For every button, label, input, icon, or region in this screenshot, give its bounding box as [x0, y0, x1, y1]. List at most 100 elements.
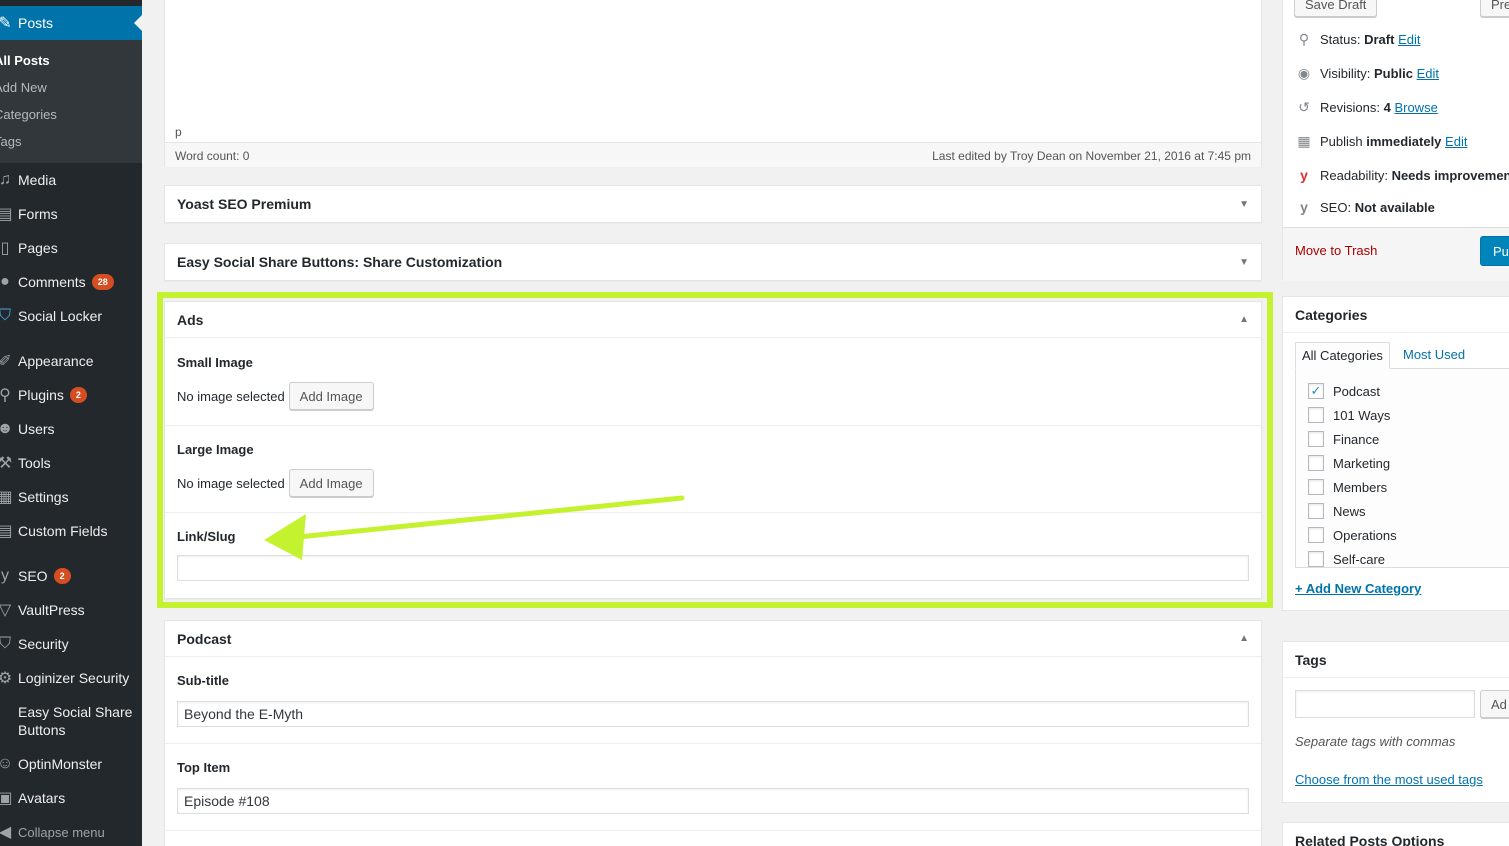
menu-users[interactable]: ☻ Users: [0, 412, 142, 446]
menu-label: Pages: [18, 240, 58, 256]
menu-easy-social-share[interactable]: Easy Social Share Buttons: [0, 703, 142, 747]
collapse-menu-button[interactable]: ◀ Collapse menu: [0, 815, 142, 846]
category-item[interactable]: Marketing: [1308, 455, 1390, 471]
users-icon: ☻: [0, 420, 14, 437]
top-item-input[interactable]: Episode #108: [177, 788, 1249, 814]
tag-input[interactable]: [1295, 690, 1475, 718]
subtitle-label: Sub-title: [177, 673, 229, 688]
menu-optinmonster[interactable]: ☺ OptinMonster: [0, 747, 142, 781]
visibility-value: Public: [1373, 66, 1413, 81]
essb-box[interactable]: Easy Social Share Buttons: Share Customi…: [164, 243, 1262, 281]
browse-revisions-link[interactable]: Browse: [1394, 100, 1437, 115]
category-label: Marketing: [1333, 455, 1391, 471]
seo-icon: y: [1, 567, 9, 584]
move-to-trash-link[interactable]: Move to Trash: [1295, 243, 1377, 258]
category-item[interactable]: 101 Ways: [1308, 407, 1390, 423]
box-title: Easy Social Share Buttons: Share Customi…: [177, 254, 503, 270]
comments-count-badge: 28: [91, 274, 114, 290]
title-divider: [1283, 332, 1509, 333]
menu-settings[interactable]: ▦ Settings: [0, 480, 142, 514]
revisions-row: ↺ Revisions: 4 Browse: [1295, 99, 1438, 116]
menu-comments[interactable]: ● Comments 28: [0, 265, 142, 299]
menu-label: OptinMonster: [18, 756, 103, 772]
category-item[interactable]: Finance: [1308, 431, 1379, 447]
toggle-up-icon[interactable]: ▲: [1239, 633, 1249, 644]
category-checkbox[interactable]: ✓: [1308, 383, 1324, 399]
top-item-label: Top Item: [177, 760, 231, 775]
preview-button[interactable]: Pre: [1480, 0, 1509, 17]
add-new-category-link[interactable]: + Add New Category: [1295, 581, 1421, 596]
menu-media[interactable]: ♫ Media: [0, 163, 142, 197]
box-title: Related Posts Options: [1295, 833, 1445, 846]
seo-row: y SEO: Not available: [1295, 199, 1435, 215]
submenu-add-new[interactable]: Add New: [0, 80, 47, 95]
publish-actions: Move to Trash Pu: [1283, 227, 1509, 281]
menu-plugins[interactable]: ⚲ Plugins 2: [0, 378, 142, 412]
menu-pages[interactable]: ▯ Pages: [0, 231, 142, 265]
category-checkbox[interactable]: [1308, 503, 1324, 519]
vaultpress-icon: ▽: [0, 602, 12, 619]
avatars-icon: ▣: [0, 790, 13, 807]
yoast-seo-box[interactable]: Yoast SEO Premium ▼: [164, 185, 1262, 223]
yoast-readability-icon: y: [1300, 167, 1308, 183]
category-checkbox[interactable]: [1308, 479, 1324, 495]
categories-box: Categories All Categories Most Used ✓ Pod…: [1282, 296, 1509, 611]
toggle-down-icon[interactable]: ▼: [1239, 199, 1249, 210]
tags-box: Tags Ad Separate tags with commas Choose…: [1282, 641, 1509, 803]
category-item[interactable]: Operations: [1308, 527, 1397, 543]
category-item[interactable]: Members: [1308, 479, 1387, 495]
category-checkbox[interactable]: [1308, 407, 1324, 423]
category-list: ✓ Podcast 101 Ways Finance Marketing Members N…: [1295, 368, 1509, 568]
choose-tags-link[interactable]: Choose from the most used tags: [1295, 772, 1483, 787]
menu-loginizer-security[interactable]: ⚙ Loginizer Security: [0, 661, 142, 695]
forms-icon: ▤: [0, 206, 13, 223]
menu-posts[interactable]: ✎ Posts: [0, 6, 142, 40]
subtitle-input[interactable]: Beyond the E-Myth: [177, 701, 1249, 727]
menu-appearance[interactable]: ✐ Appearance: [0, 344, 142, 378]
category-label: Podcast: [1333, 383, 1380, 399]
toggle-up-icon[interactable]: ▲: [1239, 314, 1249, 325]
save-draft-button[interactable]: Save Draft: [1294, 0, 1378, 17]
menu-label: Social Locker: [18, 308, 103, 324]
social-locker-icon: ⛉: [0, 307, 11, 324]
category-checkbox[interactable]: [1308, 551, 1324, 567]
submenu-categories[interactable]: Categories: [0, 107, 57, 122]
menu-label: Comments: [18, 274, 86, 290]
submenu-all-posts[interactable]: All Posts: [0, 53, 50, 68]
menu-vaultpress[interactable]: ▽ VaultPress: [0, 593, 142, 627]
category-checkbox[interactable]: [1308, 527, 1324, 543]
menu-security[interactable]: ⛉ Security: [0, 627, 142, 661]
history-icon: ↺: [1298, 99, 1310, 115]
add-tag-button[interactable]: Ad: [1480, 690, 1509, 718]
status-edit-link[interactable]: Edit: [1398, 32, 1420, 47]
tab-all-categories[interactable]: All Categories: [1295, 342, 1390, 369]
schedule-edit-link[interactable]: Edit: [1445, 134, 1467, 149]
readability-value: Needs improvemen: [1391, 167, 1509, 183]
menu-seo[interactable]: y SEO 2: [0, 559, 142, 593]
category-item[interactable]: ✓ Podcast: [1308, 383, 1380, 399]
category-checkbox[interactable]: [1308, 455, 1324, 471]
menu-tools[interactable]: ⚒ Tools: [0, 446, 142, 480]
category-item[interactable]: Self-care: [1308, 551, 1385, 567]
small-add-image-button[interactable]: Add Image: [288, 382, 374, 410]
media-icon: ♫: [0, 171, 11, 188]
visibility-edit-link[interactable]: Edit: [1417, 66, 1439, 81]
tab-most-used[interactable]: Most Used: [1403, 347, 1465, 362]
appearance-icon: ✐: [0, 353, 12, 370]
menu-avatars[interactable]: ▣ Avatars: [0, 781, 142, 815]
toggle-down-icon[interactable]: ▼: [1239, 257, 1249, 268]
publish-button[interactable]: Pu: [1480, 236, 1509, 266]
post-editor: p Word count: 0 Last edited by Troy Dean…: [164, 0, 1262, 167]
word-count: Word count: 0: [175, 149, 250, 163]
settings-icon: ▦: [0, 489, 13, 506]
menu-label: Easy Social Share Buttons: [18, 704, 133, 738]
editor-path: p: [175, 125, 182, 139]
editor-content-area[interactable]: [165, 0, 1261, 123]
category-checkbox[interactable]: [1308, 431, 1324, 447]
menu-custom-fields[interactable]: ▤ Custom Fields: [0, 514, 142, 548]
menu-forms[interactable]: ▤ Forms: [0, 197, 142, 231]
submenu-tags[interactable]: Tags: [0, 134, 21, 149]
title-divider: [1283, 677, 1509, 678]
category-item[interactable]: News: [1308, 503, 1366, 519]
menu-social-locker[interactable]: ⛉ Social Locker: [0, 299, 142, 333]
